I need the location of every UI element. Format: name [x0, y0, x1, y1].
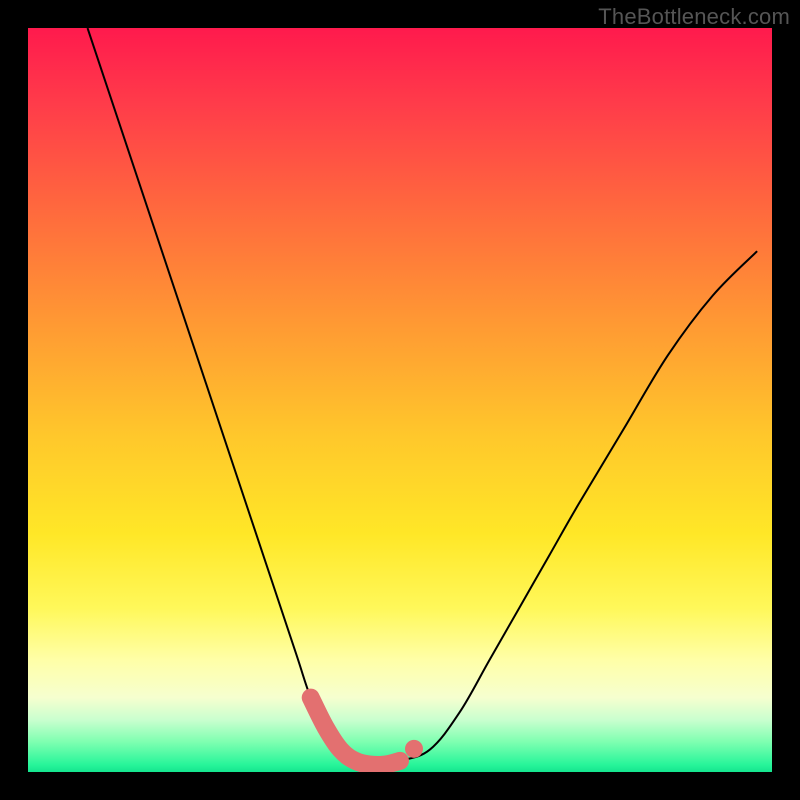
bottleneck-curve-svg [28, 28, 772, 772]
optimal-valley-dot [405, 740, 423, 758]
chart-gradient-area [28, 28, 772, 772]
bottleneck-curve-line [88, 28, 758, 765]
watermark-text: TheBottleneck.com [598, 4, 790, 30]
optimal-valley-highlight [311, 698, 400, 765]
